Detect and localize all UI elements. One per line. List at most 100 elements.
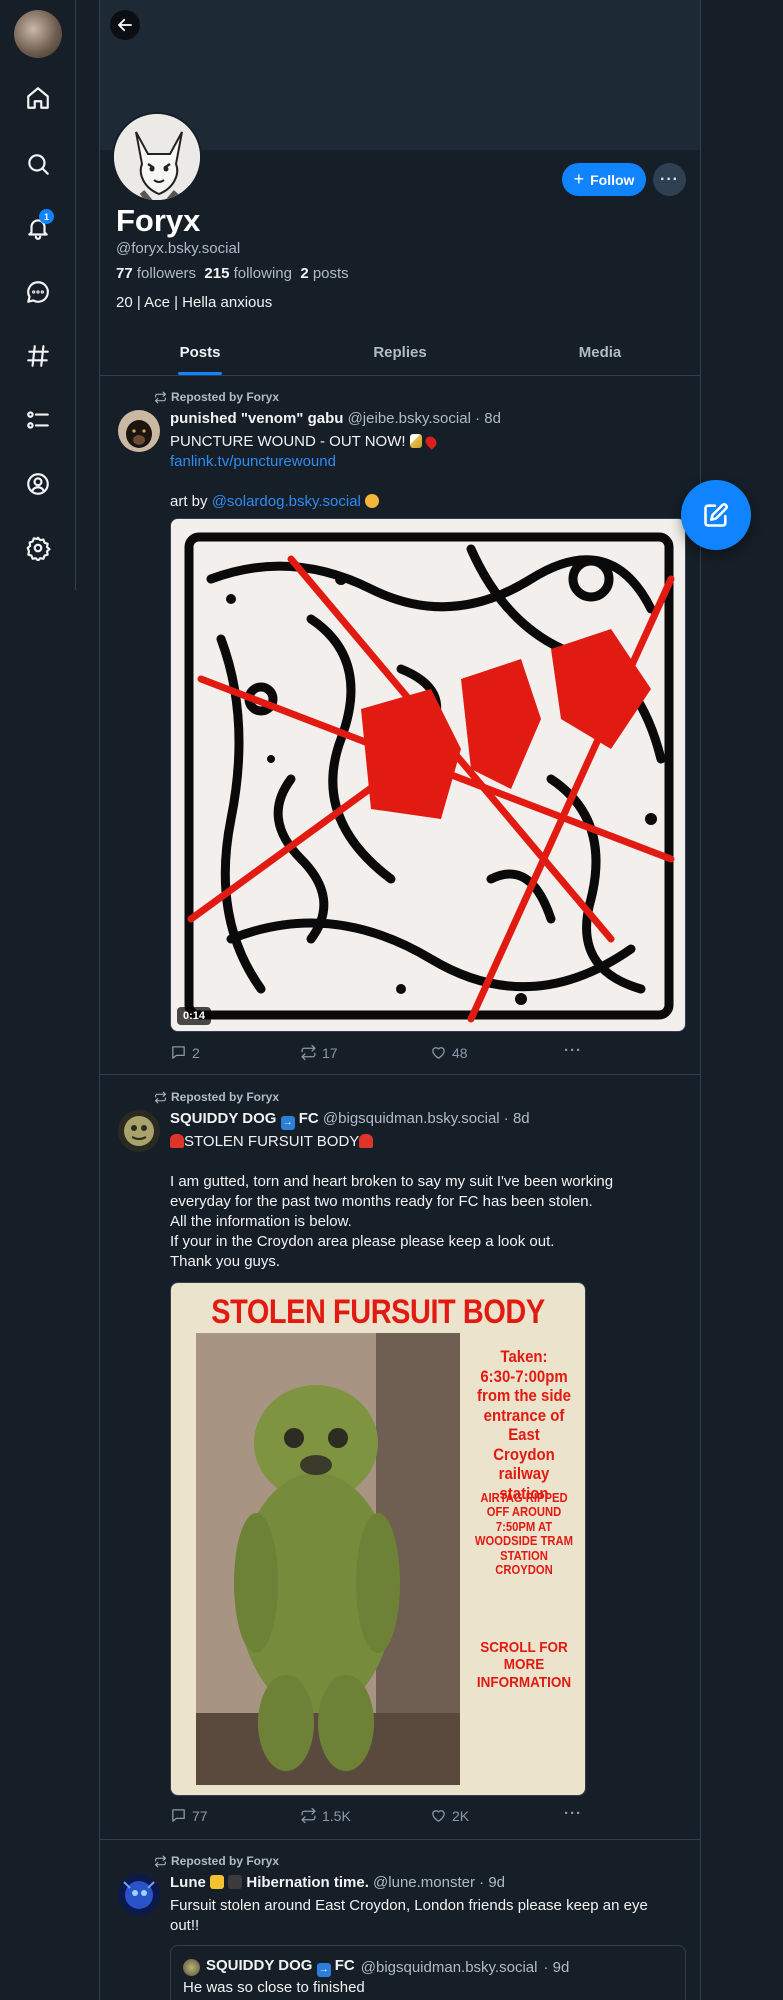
settings-nav-button[interactable] bbox=[22, 532, 54, 564]
repost-icon bbox=[155, 1855, 166, 1867]
author-avatar[interactable] bbox=[118, 410, 160, 452]
gear-icon bbox=[26, 536, 51, 561]
dog-avatar-image bbox=[118, 410, 160, 452]
video-thumbnail-art bbox=[171, 519, 685, 1031]
post-video[interactable]: 0:14 bbox=[170, 518, 686, 1032]
user-circle-icon bbox=[27, 473, 49, 495]
profile-main-column: + Follow ··· Foryx @foryx.bsky.social 77… bbox=[99, 0, 701, 2000]
profile-handle: @foryx.bsky.social bbox=[116, 240, 241, 257]
posts-count: 2 posts bbox=[300, 265, 349, 282]
quoted-author-name: SQUIDDY DOG → FC bbox=[206, 1957, 355, 1977]
post-more-button[interactable]: ··· bbox=[564, 1805, 582, 1822]
siren-emoji-icon bbox=[170, 1134, 184, 1148]
fursuit-image bbox=[196, 1333, 460, 1785]
profile-tabs: Posts Replies Media bbox=[100, 330, 700, 376]
plus-icon: + bbox=[573, 169, 585, 189]
reply-button[interactable]: 2 bbox=[170, 1044, 200, 1061]
post-text: PUNCTURE WOUND - OUT NOW! fanlink.tv/pun… bbox=[170, 432, 685, 512]
quoted-author-avatar bbox=[183, 1958, 200, 1976]
poster-title: STOLEN FURSUIT BODY bbox=[211, 1293, 545, 1331]
profile-nav-button[interactable] bbox=[22, 468, 54, 500]
ellipsis-icon: ··· bbox=[660, 170, 679, 188]
author-avatar[interactable] bbox=[118, 1874, 160, 1916]
list-icon bbox=[27, 411, 49, 429]
profile-stats: 77 followers 215 following 2 posts bbox=[116, 265, 349, 282]
profile-display-name: Foryx bbox=[116, 203, 201, 238]
repost-button[interactable]: 1.5K bbox=[300, 1807, 351, 1824]
heart-icon bbox=[432, 1810, 445, 1822]
search-nav-button[interactable] bbox=[22, 148, 54, 180]
hashtag-icon bbox=[27, 345, 49, 367]
reply-button[interactable]: 77 bbox=[170, 1807, 208, 1824]
reply-icon bbox=[172, 1809, 185, 1822]
post-time[interactable]: · 8d bbox=[504, 1110, 530, 1127]
notifications-nav-button[interactable]: 1 bbox=[22, 209, 54, 244]
profile-more-button[interactable]: ··· bbox=[653, 163, 686, 196]
quoted-post-text: He was so close to finished bbox=[183, 1979, 365, 1996]
bee-emoji-icon bbox=[210, 1875, 225, 1889]
author-handle[interactable]: @jeibe.bsky.social bbox=[348, 410, 471, 427]
post-time[interactable]: · 9d bbox=[479, 1874, 505, 1891]
post-text: STOLEN FURSUIT BODY I am gutted, torn an… bbox=[170, 1133, 614, 1270]
lists-nav-button[interactable] bbox=[22, 404, 54, 436]
post-actions: 77 1.5K 2K ··· bbox=[170, 1805, 590, 1827]
blood-drop-emoji-icon bbox=[423, 434, 439, 450]
poster-scroll-text: SCROLL FOR MORE INFORMATION bbox=[476, 1639, 572, 1691]
home-nav-button[interactable] bbox=[22, 82, 54, 114]
post-text: Fursuit stolen around East Croydon, Lond… bbox=[170, 1897, 648, 1934]
post-image[interactable]: STOLEN FURSUIT BODY Taken: 6:30-7:00pm f… bbox=[170, 1282, 586, 1796]
reply-icon bbox=[172, 1046, 185, 1059]
compose-post-button[interactable] bbox=[681, 480, 751, 550]
home-icon bbox=[27, 87, 49, 109]
author-handle[interactable]: @bigsquidman.bsky.social bbox=[323, 1110, 500, 1127]
back-button[interactable] bbox=[110, 10, 140, 40]
following-link[interactable]: 215 following bbox=[204, 265, 292, 282]
author-handle[interactable]: @lune.monster bbox=[373, 1874, 475, 1891]
author-name[interactable]: SQUIDDY DOG → FC bbox=[170, 1110, 319, 1130]
feeds-nav-button[interactable] bbox=[22, 340, 54, 372]
follow-label: Follow bbox=[590, 171, 635, 188]
quoted-author-handle: @bigsquidman.bsky.social bbox=[360, 1958, 538, 1976]
author-name[interactable]: Lune Hibernation time. bbox=[170, 1874, 369, 1891]
author-avatar[interactable] bbox=[118, 1110, 160, 1152]
tab-posts[interactable]: Posts bbox=[100, 330, 300, 375]
repost-icon bbox=[301, 1044, 316, 1061]
post-header: SQUIDDY DOG → FC @bigsquidman.bsky.socia… bbox=[170, 1110, 530, 1130]
arrow-right-emoji-icon: → bbox=[280, 1116, 295, 1130]
video-duration: 0:14 bbox=[177, 1007, 212, 1025]
mouth-emoji-icon bbox=[365, 494, 380, 508]
siren-emoji-icon bbox=[359, 1134, 374, 1148]
repost-icon bbox=[301, 1807, 316, 1824]
chat-nav-button[interactable] bbox=[22, 276, 54, 308]
repost-indicator[interactable]: Reposted by Foryx bbox=[154, 1090, 279, 1104]
followers-link[interactable]: 77 followers bbox=[116, 265, 196, 282]
repost-icon bbox=[155, 1091, 166, 1103]
current-user-avatar[interactable] bbox=[14, 10, 62, 58]
profile-avatar[interactable] bbox=[112, 112, 202, 202]
compose-icon bbox=[704, 503, 728, 527]
search-icon bbox=[28, 154, 49, 175]
post-header: Lune Hibernation time. @lune.monster · 9… bbox=[170, 1874, 505, 1891]
heart-icon bbox=[432, 1047, 445, 1059]
quoted-post-header: SQUIDDY DOG → FC @bigsquidman.bsky.socia… bbox=[183, 1957, 569, 1977]
arrow-right-emoji-icon: → bbox=[316, 1963, 331, 1977]
fursuit-photo bbox=[196, 1333, 460, 1785]
tab-media[interactable]: Media bbox=[500, 330, 700, 375]
poster-airtag-text: AIRTAG RIPPED OFF AROUND 7:50PM AT WOODS… bbox=[474, 1491, 574, 1577]
like-button[interactable]: 2K bbox=[430, 1807, 469, 1824]
like-button[interactable]: 48 bbox=[430, 1044, 468, 1061]
follow-button[interactable]: + Follow bbox=[562, 163, 646, 196]
poster-taken-text: Taken: 6:30-7:00pm from the side entranc… bbox=[477, 1347, 571, 1503]
post-actions: 2 17 48 ··· bbox=[170, 1042, 590, 1064]
post-link[interactable]: fanlink.tv/puncturewound bbox=[170, 452, 685, 472]
repost-indicator[interactable]: Reposted by Foryx bbox=[154, 1854, 279, 1868]
wolf-avatar-image bbox=[114, 114, 200, 200]
post-more-button[interactable]: ··· bbox=[564, 1042, 582, 1059]
mention-link[interactable]: @solardog.bsky.social bbox=[212, 493, 361, 510]
repost-button[interactable]: 17 bbox=[300, 1044, 338, 1061]
repost-indicator[interactable]: Reposted by Foryx bbox=[154, 390, 279, 404]
quoted-post[interactable]: SQUIDDY DOG → FC @bigsquidman.bsky.socia… bbox=[170, 1945, 686, 2000]
tab-replies[interactable]: Replies bbox=[300, 330, 500, 375]
author-name[interactable]: punished "venom" gabu bbox=[170, 410, 343, 427]
post-time[interactable]: · 8d bbox=[475, 410, 501, 427]
